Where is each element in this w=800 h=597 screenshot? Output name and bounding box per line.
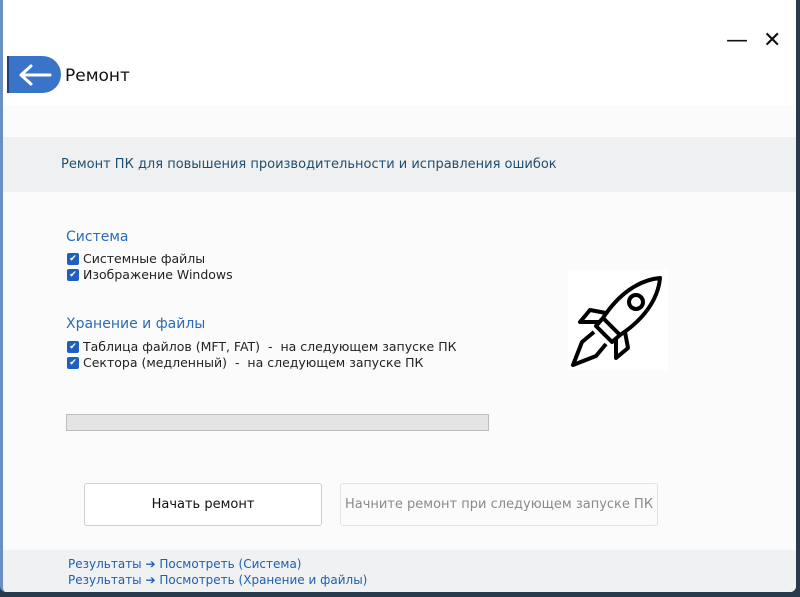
repair-window: — ✕ Ремонт Ремонт ПК для повышения произ… xyxy=(0,0,796,592)
arrow-left-icon xyxy=(18,64,52,86)
page-subtitle: Ремонт ПК для повышения производительнос… xyxy=(61,157,557,172)
checkbox-sectors[interactable]: ✔ Сектора (медленный) - на следующем запу… xyxy=(67,355,423,370)
checkbox-checked-icon[interactable]: ✔ xyxy=(67,269,79,281)
checkbox-label: Системные файлы xyxy=(83,251,205,266)
checkbox-windows-image[interactable]: ✔ Изображение Windows xyxy=(67,267,233,282)
checkbox-label: Сектора (медленный) - на следующем запус… xyxy=(83,355,423,370)
results-storage-link[interactable]: Результаты ➔ Посмотреть (Хранение и файл… xyxy=(68,573,367,587)
checkbox-checked-icon[interactable]: ✔ xyxy=(67,341,79,353)
rocket-icon xyxy=(568,270,668,370)
results-system-link[interactable]: Результаты ➔ Посмотреть (Система) xyxy=(68,557,301,571)
close-button[interactable]: ✕ xyxy=(763,28,781,53)
title-bar xyxy=(3,0,796,105)
start-repair-button[interactable]: Начать ремонт xyxy=(84,483,322,526)
repair-next-boot-button[interactable]: Начните ремонт при следующем запуске ПК xyxy=(340,483,658,526)
checkbox-checked-icon[interactable]: ✔ xyxy=(67,253,79,265)
checkbox-label: Изображение Windows xyxy=(83,267,233,282)
checkbox-system-files[interactable]: ✔ Системные файлы xyxy=(67,251,205,266)
repair-progress-bar xyxy=(66,414,489,431)
checkbox-checked-icon[interactable]: ✔ xyxy=(67,357,79,369)
checkbox-label: Таблица файлов (MFT, FAT) - на следующем… xyxy=(83,339,457,354)
checkbox-file-table[interactable]: ✔ Таблица файлов (MFT, FAT) - на следующе… xyxy=(67,339,457,354)
page-title: Ремонт xyxy=(65,66,130,86)
section-title-system: Система xyxy=(66,229,128,245)
section-title-storage: Хранение и файлы xyxy=(66,316,205,332)
minimize-button[interactable]: — xyxy=(726,28,748,53)
back-button[interactable] xyxy=(7,56,61,93)
